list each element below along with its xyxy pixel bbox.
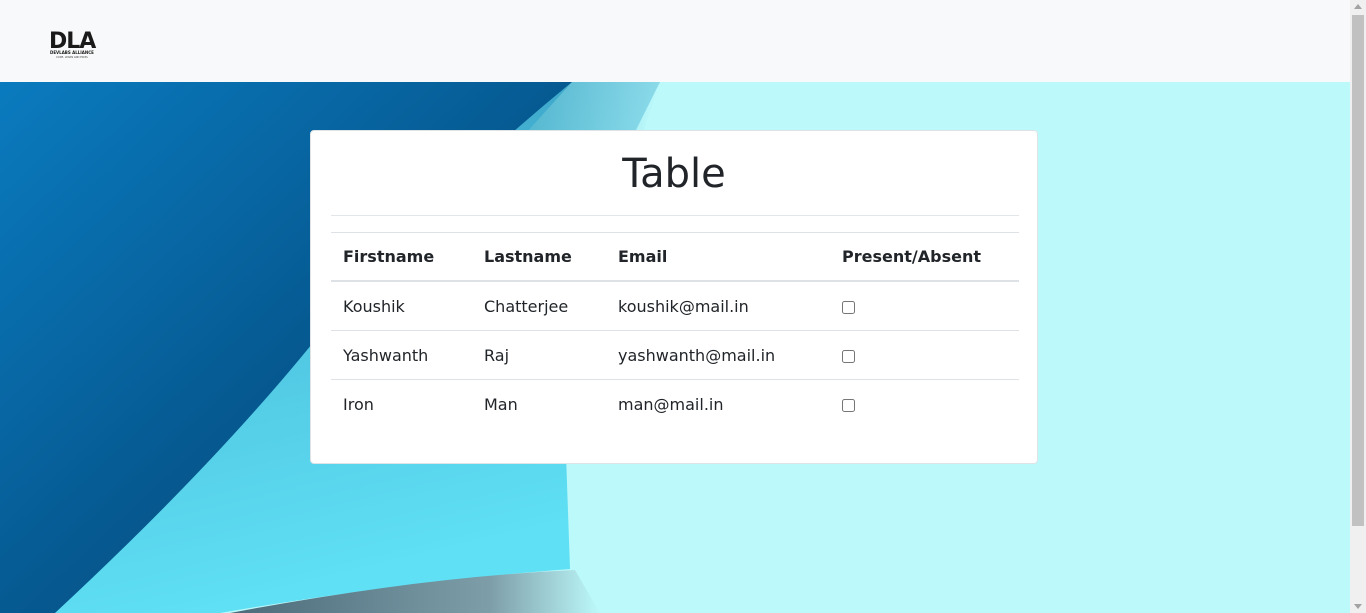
header-present-absent: Present/Absent (830, 232, 1019, 282)
logo[interactable]: DLA DEVLABS ALLIANCE CODE, LEARN AND EXC… (48, 26, 106, 60)
table-row: Yashwanth Raj yashwanth@mail.in (331, 330, 1019, 380)
table-row: Koushik Chatterjee koushik@mail.in (331, 280, 1019, 331)
attendance-table: Firstname Lastname Email Present/Absent … (331, 232, 1019, 428)
table-card: Table Firstname Lastname Email Present/A… (310, 130, 1038, 464)
cell-email: man@mail.in (606, 379, 830, 428)
cell-lastname: Man (472, 379, 606, 428)
cell-email: koushik@mail.in (606, 280, 830, 331)
cell-email: yashwanth@mail.in (606, 330, 830, 380)
divider (331, 215, 1019, 216)
cell-firstname: Iron (331, 379, 472, 428)
navbar: DLA DEVLABS ALLIANCE CODE, LEARN AND EXC… (0, 0, 1350, 82)
header-firstname: Firstname (331, 232, 472, 282)
table-row: Iron Man man@mail.in (331, 379, 1019, 428)
present-checkbox[interactable] (842, 398, 855, 412)
vertical-scrollbar[interactable] (1350, 0, 1366, 613)
header-email: Email (606, 232, 830, 282)
cell-firstname: Yashwanth (331, 330, 472, 380)
present-checkbox[interactable] (842, 349, 855, 363)
svg-text:DEVLABS ALLIANCE: DEVLABS ALLIANCE (50, 50, 94, 55)
card-title: Table (622, 151, 726, 197)
header-lastname: Lastname (472, 232, 606, 282)
scrollbar-thumb[interactable] (1352, 15, 1364, 526)
scroll-up-icon[interactable] (1354, 4, 1362, 9)
scroll-down-icon[interactable] (1354, 604, 1362, 609)
present-checkbox[interactable] (842, 300, 855, 314)
cell-lastname: Raj (472, 330, 606, 380)
cell-firstname: Koushik (331, 280, 472, 331)
cell-lastname: Chatterjee (472, 280, 606, 331)
svg-text:CODE, LEARN AND EXCEL: CODE, LEARN AND EXCEL (56, 55, 89, 59)
table-header-row: Firstname Lastname Email Present/Absent (331, 232, 1019, 282)
